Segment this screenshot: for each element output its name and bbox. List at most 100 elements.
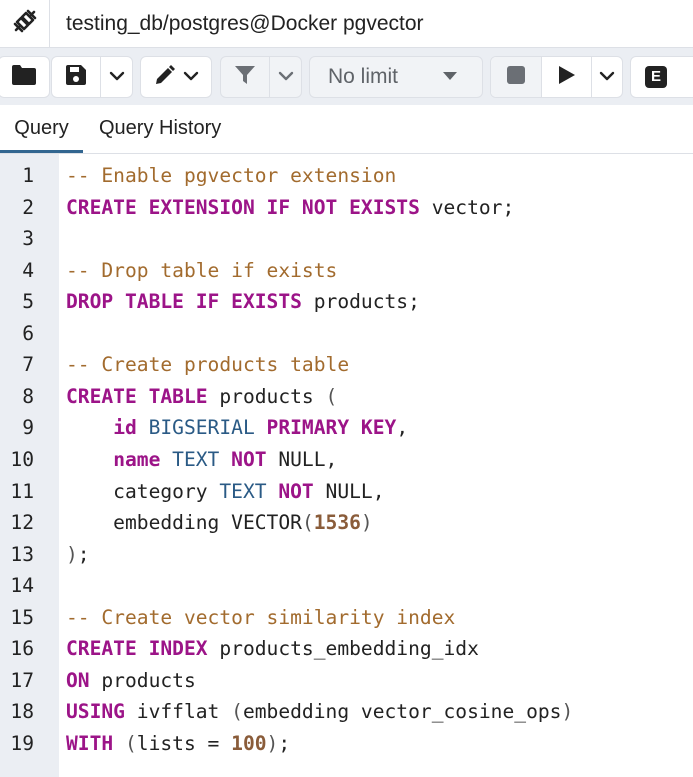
explain-button[interactable]: E: [631, 57, 681, 97]
code-line[interactable]: 14: [0, 570, 693, 602]
token-plain: ;: [77, 542, 90, 566]
save-group: [51, 56, 133, 98]
save-button[interactable]: [52, 57, 100, 97]
code-line[interactable]: 3: [0, 223, 693, 255]
line-number: 17: [10, 668, 34, 692]
code-line[interactable]: 6: [0, 318, 693, 350]
code-text: -- Drop table if exists: [66, 255, 337, 287]
code-line[interactable]: 10 name TEXT NOT NULL,: [0, 444, 693, 476]
code-line[interactable]: 17 ON products: [0, 665, 693, 697]
code-text: ON products: [66, 665, 196, 697]
execute-options-button[interactable]: [591, 57, 622, 97]
token-keyword: NOT: [278, 479, 314, 503]
token-punct: (: [301, 511, 314, 535]
line-number: 11: [10, 479, 34, 503]
token-plain: ,: [396, 416, 409, 440]
line-number: 7: [22, 353, 34, 377]
token-plain: products: [207, 384, 326, 408]
code-line[interactable]: 18 USING ivfflat (embedding vector_cosine…: [0, 696, 693, 728]
code-line[interactable]: 19 WITH (lists = 100);: [0, 728, 693, 760]
code-line[interactable]: 2 CREATE EXTENSION IF NOT EXISTS vector;: [0, 192, 693, 224]
line-number: 19: [10, 731, 34, 755]
funnel-icon: [234, 64, 256, 91]
line-number: 1: [22, 164, 34, 187]
token-keyword: NOT: [231, 447, 267, 471]
code-text: );: [66, 539, 90, 571]
code-line[interactable]: 7 -- Create products table: [0, 349, 693, 381]
open-file-group: [0, 56, 50, 98]
chevron-down-icon: [183, 68, 199, 86]
line-number: 13: [10, 542, 34, 566]
filter-button[interactable]: [221, 57, 269, 97]
code-line[interactable]: 1 -- Enable pgvector extension: [0, 160, 693, 192]
edit-menu-button[interactable]: [141, 57, 211, 97]
code-text: embedding VECTOR(1536): [66, 507, 373, 539]
token-keyword: DROP TABLE IF EXISTS: [66, 290, 302, 314]
token-punct: ): [360, 511, 373, 535]
code-text: -- Create products table: [66, 349, 349, 381]
query-toolbar: No limit E: [0, 48, 693, 105]
code-line[interactable]: 16 CREATE INDEX products_embedding_idx: [0, 633, 693, 665]
row-limit-value: No limit: [328, 65, 399, 88]
line-number: 4: [22, 258, 34, 282]
token-comment: -- Create products table: [66, 353, 350, 377]
token-keyword: ON: [66, 668, 90, 692]
filter-options-button[interactable]: [269, 57, 301, 97]
explain-icon: E: [645, 66, 667, 88]
line-number: 8: [22, 384, 34, 408]
line-number: 18: [10, 700, 34, 724]
editor-tabs: Query Query History: [0, 105, 693, 154]
code-line[interactable]: 15 -- Create vector similarity index: [0, 602, 693, 634]
code-line[interactable]: 11 category TEXT NOT NULL,: [0, 476, 693, 508]
line-number: 16: [10, 637, 34, 661]
code-line[interactable]: 13);: [0, 539, 693, 571]
token-comment: -- Drop table if exists: [66, 258, 338, 282]
line-number: 6: [22, 321, 34, 345]
code-text: CREATE EXTENSION IF NOT EXISTS vector;: [66, 192, 514, 224]
token-plain: vector;: [419, 195, 515, 219]
code-line[interactable]: 8 CREATE TABLE products (: [0, 381, 693, 413]
code-text: CREATE INDEX products_embedding_idx: [66, 633, 479, 665]
token-plain: products: [89, 668, 196, 692]
code-text: id BIGSERIAL PRIMARY KEY,: [66, 412, 408, 444]
token-keyword: CREATE EXTENSION IF NOT EXISTS: [66, 195, 420, 219]
connection-status-button[interactable]: [0, 0, 50, 47]
token-keyword: USING: [66, 700, 125, 724]
token-comment: -- Create vector similarity index: [66, 605, 456, 629]
save-options-button[interactable]: [100, 57, 132, 97]
stop-button[interactable]: [491, 57, 541, 97]
open-file-button[interactable]: [0, 57, 49, 97]
code-text: DROP TABLE IF EXISTS products;: [66, 286, 420, 318]
execute-button[interactable]: [541, 57, 591, 97]
code-line[interactable]: 12 embedding VECTOR(1536): [0, 507, 693, 539]
line-number: 10: [10, 447, 34, 471]
token-comment: -- Enable pgvector extension: [66, 164, 397, 187]
token-number: 100: [231, 731, 267, 755]
token-punct: (: [325, 384, 338, 408]
stop-icon: [507, 65, 525, 89]
code-text: -- Create vector similarity index: [66, 602, 455, 634]
connection-title[interactable]: testing_db/postgres@Docker pgvector: [66, 0, 424, 47]
sql-editor[interactable]: 1 -- Enable pgvector extension 2 CREATE EXT…: [0, 154, 693, 777]
code-line[interactable]: 9 id BIGSERIAL PRIMARY KEY,: [0, 412, 693, 444]
play-icon: [558, 65, 576, 90]
code-line[interactable]: 4 -- Drop table if exists: [0, 255, 693, 287]
code-text: name TEXT NOT NULL,: [66, 444, 337, 476]
token-plain: embedding VECTOR: [66, 511, 302, 535]
caret-down-icon: [442, 68, 458, 86]
token-punct: ): [66, 542, 78, 566]
tab-query-history[interactable]: Query History: [99, 105, 221, 153]
folder-icon: [11, 64, 37, 91]
tab-query[interactable]: Query: [0, 105, 83, 153]
token-plain: embedding vector_cosine_ops: [242, 700, 562, 724]
row-limit-select[interactable]: No limit: [309, 56, 483, 98]
line-number: 3: [22, 227, 34, 251]
code-line[interactable]: 5 DROP TABLE IF EXISTS products;: [0, 286, 693, 318]
filter-group: [220, 56, 302, 98]
floppy-disk-icon: [65, 64, 87, 91]
